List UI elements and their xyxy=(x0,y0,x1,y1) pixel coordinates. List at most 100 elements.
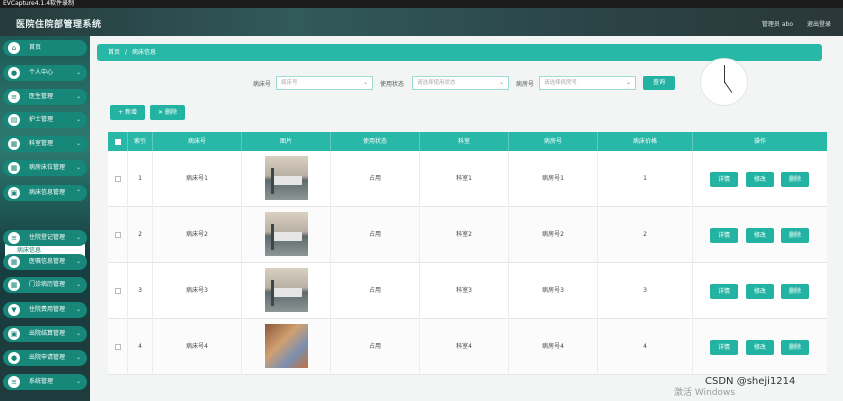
cell-bed: 病床号1 xyxy=(153,151,242,207)
sidebar-item-discharge-apply[interactable]: ● 出院申请管理 ⌄ xyxy=(3,350,87,366)
chevron-down-icon: ⌄ xyxy=(75,234,81,241)
main-content: 首页 / 病床信息 病床号 病床号 ⌄ 使用状态 请选择使用状态 ⌄ 病房号 请选择病房… xyxy=(90,36,843,401)
cell-dept: 科室1 xyxy=(420,151,509,207)
user-icon: ● xyxy=(8,67,20,79)
row-checkbox[interactable] xyxy=(108,207,128,263)
sidebar-item-fees[interactable]: ▼ 住院费用管理 ⌄ xyxy=(3,302,87,318)
sidebar-item-departments[interactable]: ▦ 科室管理 ⌄ xyxy=(3,136,87,152)
csdn-watermark: CSDN @sheji1214 xyxy=(705,376,796,387)
cell-ward: 病房号4 xyxy=(509,319,598,375)
detail-button[interactable]: 详情 xyxy=(710,228,738,243)
row-checkbox[interactable] xyxy=(108,263,128,319)
table-row: 4 病床号4 占用 科室4 病房号4 4 详情 修改 删除 xyxy=(108,319,827,375)
sidebar-item-ward-beds[interactable]: ▦ 病房床位管理 ⌄ xyxy=(3,160,87,176)
col-price: 病床价格 xyxy=(598,132,693,151)
status-label: 使用状态 xyxy=(380,81,405,88)
cell-actions: 详情 修改 删除 xyxy=(693,207,827,263)
sidebar-item-nurses[interactable]: ▤ 护士管理 ⌄ xyxy=(3,112,87,128)
cell-actions: 详情 修改 删除 xyxy=(693,263,827,319)
cell-image xyxy=(242,319,331,375)
chevron-down-icon: ⌄ xyxy=(75,281,81,288)
cell-dept: 科室3 xyxy=(420,263,509,319)
add-button[interactable]: + 新增 xyxy=(110,105,145,120)
sidebar-item-outpatient[interactable]: ▦ 门诊病历管理 ⌄ xyxy=(3,277,87,293)
col-image: 图片 xyxy=(242,132,331,151)
col-index: 索引 xyxy=(128,132,153,151)
chevron-down-icon: ⌄ xyxy=(75,258,81,265)
sidebar-item-home[interactable]: ⌂ 首页 xyxy=(3,40,87,56)
sidebar-item-orders[interactable]: ▦ 医嘱信息管理 ⌄ xyxy=(3,254,87,270)
edit-button[interactable]: 修改 xyxy=(746,340,774,355)
remove-button[interactable]: 删除 xyxy=(781,284,809,299)
chevron-down-icon: ⌄ xyxy=(625,79,631,86)
delete-button[interactable]: ✕ 删除 xyxy=(150,105,185,120)
row-checkbox[interactable] xyxy=(108,151,128,207)
ward-room-image xyxy=(265,324,308,368)
ward-label: 病房号 xyxy=(516,81,535,88)
cell-status: 占用 xyxy=(331,319,420,375)
row-checkbox[interactable] xyxy=(108,319,128,375)
logout-link[interactable]: 退出登录 xyxy=(807,19,831,28)
sidebar-item-discharge-settle[interactable]: ▣ 出院结算管理 ⌄ xyxy=(3,326,87,342)
bed-image xyxy=(265,212,308,256)
clock-icon xyxy=(700,58,748,106)
folder-icon: ▣ xyxy=(8,187,20,199)
status-select[interactable]: 请选择使用状态 ⌄ xyxy=(412,76,509,90)
chevron-down-icon: ⌄ xyxy=(498,79,504,86)
cell-price: 1 xyxy=(598,151,693,207)
cell-index: 3 xyxy=(128,263,153,319)
sidebar-item-admission[interactable]: ≡ 住院登记管理 ⌄ xyxy=(3,230,87,246)
grid-icon: ▦ xyxy=(8,138,20,150)
breadcrumb-current: 病床信息 xyxy=(132,49,157,56)
cell-bed: 病床号2 xyxy=(153,207,242,263)
table-row: 1 病床号1 占用 科室1 病房号1 1 详情 修改 删除 xyxy=(108,151,827,207)
cell-status: 占用 xyxy=(331,207,420,263)
cell-index: 2 xyxy=(128,207,153,263)
table-row: 2 病床号2 占用 科室2 病房号2 2 详情 修改 删除 xyxy=(108,207,827,263)
sidebar-item-profile[interactable]: ● 个人中心 ⌄ xyxy=(3,65,87,81)
list-icon: ≡ xyxy=(8,232,20,244)
chevron-down-icon: ⌄ xyxy=(75,354,81,361)
query-button[interactable]: 查询 xyxy=(643,76,675,90)
sidebar-item-doctors[interactable]: ≡ 医生管理 ⌄ xyxy=(3,89,87,105)
sidebar-item-system[interactable]: ≡ 系统管理 ⌄ xyxy=(3,374,87,390)
bed-image xyxy=(265,268,308,312)
col-dept: 科室 xyxy=(420,132,509,151)
breadcrumb-home[interactable]: 首页 xyxy=(108,49,120,56)
system-title: 医院住院部管理系统 xyxy=(16,20,102,30)
cell-dept: 科室2 xyxy=(420,207,509,263)
detail-button[interactable]: 详情 xyxy=(710,284,738,299)
sidebar-item-bed-info[interactable]: ▣ 病床信息管理 ⌃ xyxy=(3,185,87,201)
top-header: 医院住院部管理系统 管理员 abo 退出登录 xyxy=(0,8,843,36)
chevron-up-icon: ⌃ xyxy=(75,189,81,196)
cell-price: 3 xyxy=(598,263,693,319)
col-ward: 病房号 xyxy=(509,132,598,151)
ward-select[interactable]: 请选择病房号 ⌄ xyxy=(539,76,636,90)
cell-dept: 科室4 xyxy=(420,319,509,375)
detail-button[interactable]: 详情 xyxy=(710,172,738,187)
chevron-down-icon: ⌄ xyxy=(75,306,81,313)
edit-button[interactable]: 修改 xyxy=(746,172,774,187)
cell-status: 占用 xyxy=(331,151,420,207)
chevron-down-icon: ⌄ xyxy=(362,79,368,86)
cell-image xyxy=(242,263,331,319)
cell-index: 4 xyxy=(128,319,153,375)
cell-ward: 病房号2 xyxy=(509,207,598,263)
select-all-checkbox[interactable] xyxy=(108,132,128,151)
remove-button[interactable]: 删除 xyxy=(781,340,809,355)
grid-icon: ▦ xyxy=(8,279,20,291)
detail-button[interactable]: 详情 xyxy=(710,340,738,355)
edit-button[interactable]: 修改 xyxy=(746,284,774,299)
home-icon: ⌂ xyxy=(8,42,20,54)
remove-button[interactable]: 删除 xyxy=(781,228,809,243)
cell-actions: 详情 修改 删除 xyxy=(693,151,827,207)
list-icon: ≡ xyxy=(8,91,20,103)
edit-button[interactable]: 修改 xyxy=(746,228,774,243)
remove-button[interactable]: 删除 xyxy=(781,172,809,187)
cell-ward: 病房号1 xyxy=(509,151,598,207)
col-bed: 病床号 xyxy=(153,132,242,151)
cell-ward: 病房号3 xyxy=(509,263,598,319)
chevron-down-icon: ⌄ xyxy=(75,69,81,76)
folder-icon: ▣ xyxy=(8,328,20,340)
bed-input[interactable]: 病床号 ⌄ xyxy=(276,76,373,90)
